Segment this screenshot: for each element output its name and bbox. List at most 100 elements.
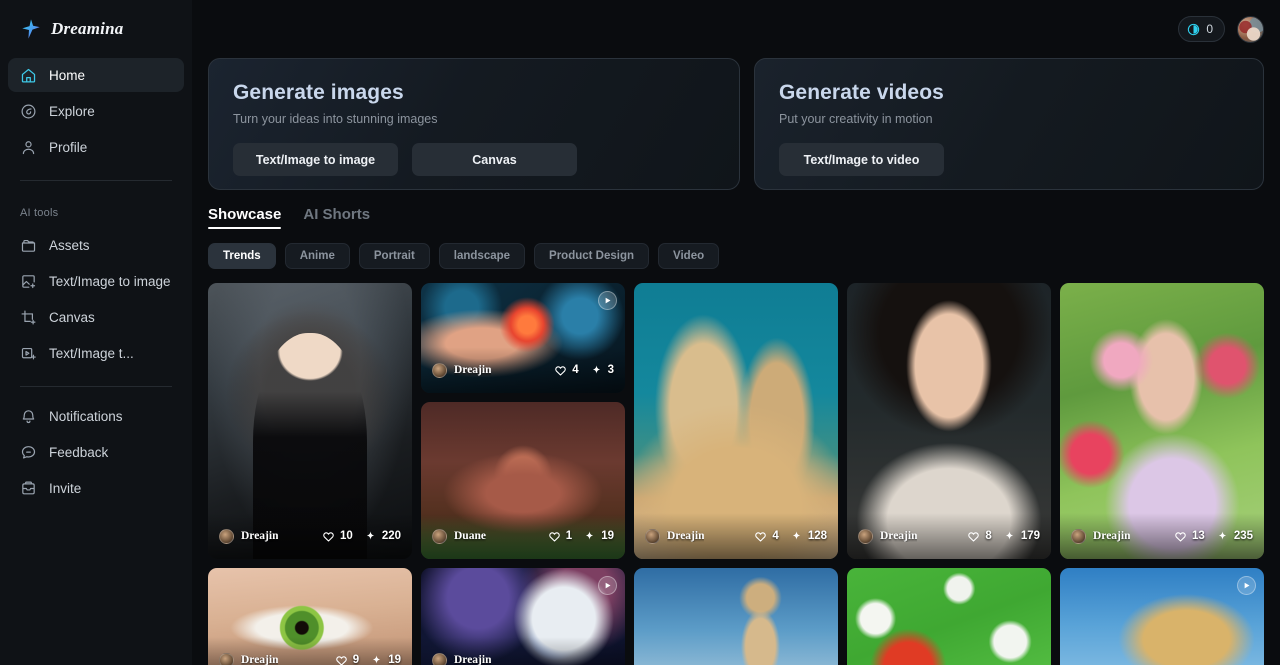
heart-icon (754, 530, 767, 543)
chip-product-design[interactable]: Product Design (534, 243, 650, 269)
like-stat[interactable]: 10 (322, 530, 353, 543)
card-stats: 13 235 (1174, 530, 1253, 543)
chip-landscape[interactable]: landscape (438, 243, 526, 269)
card-stats: 4 128 (754, 530, 827, 543)
sidebar-item-label: Notifications (49, 408, 123, 424)
like-stat[interactable]: 13 (1174, 530, 1205, 543)
gallery-grid: Dreajin 10 220 Dreajin 9 19 Dreajin 4 3 Duane 1 19 D… (208, 283, 1264, 665)
gallery-card[interactable] (847, 568, 1051, 665)
avatar[interactable] (1237, 15, 1264, 43)
sidebar-item-feedback[interactable]: Feedback (8, 435, 184, 469)
gallery-card[interactable]: Dreajin 4 3 (421, 283, 625, 393)
heart-icon (322, 530, 335, 543)
credits-value: 0 (1206, 22, 1213, 36)
sidebar-item-text-image-to-video[interactable]: Text/Image t... (8, 336, 184, 370)
spark-stat[interactable]: 19 (583, 530, 614, 543)
like-stat[interactable]: 8 (967, 530, 992, 543)
card-overlay: Dreajin 8 179 (847, 513, 1051, 559)
generate-images-title: Generate images (233, 81, 404, 104)
gallery-card[interactable] (1060, 568, 1264, 665)
spark-stat[interactable]: 220 (364, 530, 401, 543)
text-image-to-video-button[interactable]: Text/Image to video (779, 143, 944, 176)
card-author-avatar[interactable] (219, 528, 234, 544)
spark-stat[interactable]: 128 (790, 530, 827, 543)
gallery-card[interactable]: Dreajin 4 128 (634, 283, 838, 559)
text-image-to-image-button[interactable]: Text/Image to image (233, 143, 398, 176)
card-overlay: Duane 1 19 (421, 513, 625, 559)
like-count: 1 (565, 530, 573, 542)
gallery-card[interactable]: Dreajin (421, 568, 625, 665)
video-plus-icon (20, 345, 37, 362)
card-stats: 1 19 (548, 530, 614, 543)
like-stat[interactable]: 9 (335, 654, 359, 665)
card-author-avatar[interactable] (219, 652, 234, 665)
spark-stat[interactable]: 235 (1216, 530, 1253, 543)
like-count: 4 (772, 530, 779, 542)
spark-stat[interactable]: 3 (590, 364, 614, 377)
spark-count: 19 (601, 530, 614, 542)
sidebar-item-notifications[interactable]: Notifications (8, 399, 184, 433)
spark-count: 220 (381, 530, 401, 542)
hero-row: Generate images Turn your ideas into stu… (208, 58, 1264, 190)
like-stat[interactable]: 4 (554, 364, 579, 377)
card-author-avatar[interactable] (645, 528, 660, 544)
spark-stat[interactable]: 19 (370, 654, 401, 665)
tab-ai-shorts[interactable]: AI Shorts (303, 206, 370, 229)
like-count: 8 (985, 530, 992, 542)
card-author-avatar[interactable] (858, 528, 873, 544)
tab-showcase[interactable]: Showcase (208, 206, 282, 229)
card-author-avatar[interactable] (432, 528, 447, 544)
play-icon[interactable] (1237, 576, 1256, 595)
sidebar: Dreamina Home Explore Profile AI tools A… (0, 0, 192, 665)
sidebar-item-text-image-to-image[interactable]: Text/Image to image (8, 264, 184, 298)
sparkle-icon (590, 364, 603, 377)
gallery-card[interactable] (634, 568, 838, 665)
generate-images-subtitle: Turn your ideas into stunning images (233, 112, 438, 126)
sidebar-item-profile[interactable]: Profile (8, 130, 184, 164)
sparkle-icon (1216, 530, 1229, 543)
folder-icon (20, 237, 37, 254)
chip-portrait[interactable]: Portrait (358, 243, 430, 269)
card-author-name: Dreajin (667, 530, 705, 542)
main-area: 0 Generate images Turn your ideas into s… (192, 0, 1280, 665)
brand-name: Dreamina (51, 19, 124, 38)
card-author-name: Dreajin (454, 364, 492, 376)
play-icon[interactable] (598, 576, 617, 595)
gallery-card[interactable]: Dreajin 13 235 (1060, 283, 1264, 559)
sidebar-item-invite[interactable]: Invite (8, 471, 184, 505)
sparkle-icon (1003, 530, 1016, 543)
card-author-avatar[interactable] (432, 362, 447, 378)
gallery-card[interactable]: Dreajin 10 220 (208, 283, 412, 559)
chip-trends[interactable]: Trends (208, 243, 276, 269)
like-count: 4 (572, 364, 579, 376)
gallery-column: Dreajin 8 179 (847, 283, 1051, 665)
credits-badge[interactable]: 0 (1178, 16, 1225, 42)
brand[interactable]: Dreamina (8, 0, 184, 58)
like-stat[interactable]: 4 (754, 530, 779, 543)
card-stats: 9 19 (335, 654, 401, 665)
spark-stat[interactable]: 179 (1003, 530, 1040, 543)
card-overlay: Dreajin 13 235 (1060, 513, 1264, 559)
card-overlay: Dreajin 9 19 (208, 637, 412, 665)
generate-images-buttons: Text/Image to image Canvas (233, 143, 715, 176)
canvas-frame-icon (20, 309, 37, 326)
gallery-card[interactable]: Dreajin 9 19 (208, 568, 412, 665)
sidebar-item-explore[interactable]: Explore (8, 94, 184, 128)
sidebar-item-label: Invite (49, 480, 82, 496)
gallery-card[interactable]: Duane 1 19 (421, 402, 625, 559)
play-icon[interactable] (598, 291, 617, 310)
card-author-name: Dreajin (241, 530, 279, 542)
gallery-card[interactable]: Dreajin 8 179 (847, 283, 1051, 559)
sidebar-item-assets[interactable]: Assets (8, 228, 184, 262)
chip-anime[interactable]: Anime (284, 243, 350, 269)
sidebar-item-canvas[interactable]: Canvas (8, 300, 184, 334)
windblown-hair-artwork (1060, 568, 1264, 665)
card-author-avatar[interactable] (1071, 528, 1086, 544)
canvas-button[interactable]: Canvas (412, 143, 577, 176)
card-author-avatar[interactable] (432, 652, 447, 665)
chip-video[interactable]: Video (658, 243, 720, 269)
generate-videos-card: Generate videos Put your creativity in m… (754, 58, 1264, 190)
like-stat[interactable]: 1 (548, 530, 572, 543)
content: Generate images Turn your ideas into stu… (192, 58, 1280, 665)
sidebar-item-home[interactable]: Home (8, 58, 184, 92)
